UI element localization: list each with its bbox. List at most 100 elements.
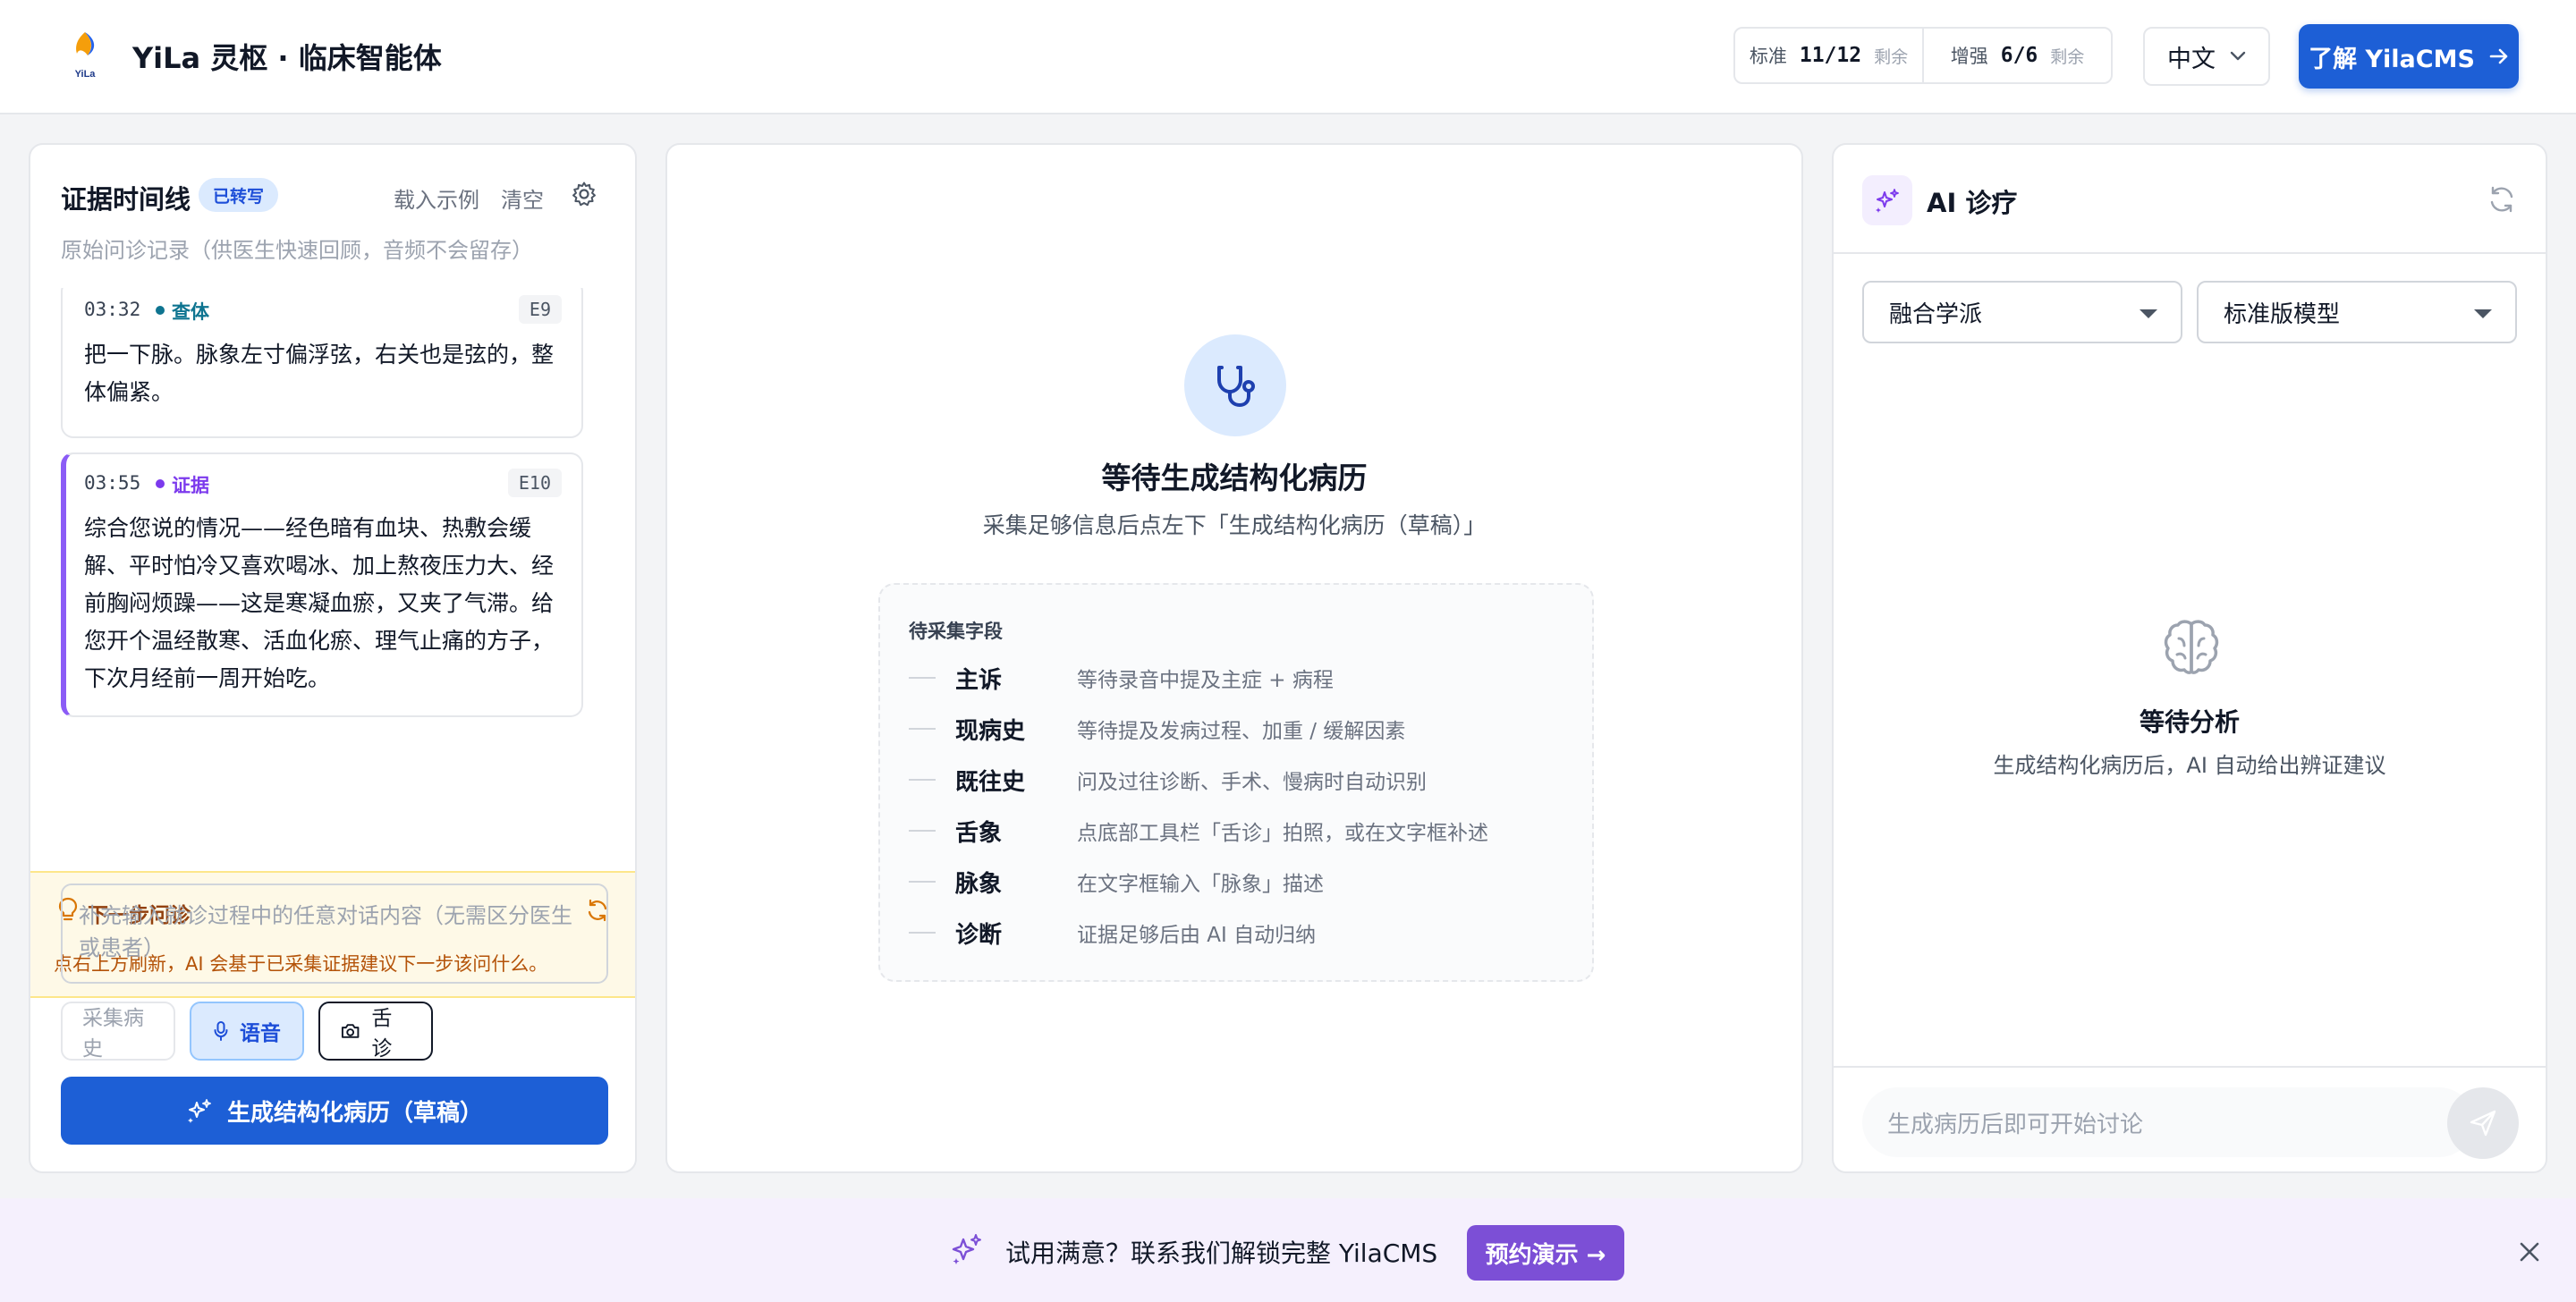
quota-standard-value: 11/12 <box>1799 44 1862 67</box>
arrow-right-icon <box>2489 48 2508 64</box>
school-select[interactable]: 融合学派 <box>1862 281 2182 343</box>
field-name: 诊断 <box>955 921 1003 949</box>
model-select-value: 标准版模型 <box>2224 300 2341 328</box>
card-text: 综合您说的情况——经色暗有血块、热敷会缓解、平时怕冷又喜欢喝冰、加上熬夜压力大、… <box>84 515 555 691</box>
card-type-dot <box>156 479 165 488</box>
app-title: YiLa 灵枢 · 临床智能体 <box>132 41 442 75</box>
field-dash <box>909 728 936 730</box>
voice-label: 语音 <box>240 1022 281 1045</box>
panel-subtitle: 原始问诊记录（供医生快速回顾，音频不会留存） <box>61 238 533 263</box>
caret-down-icon <box>2474 309 2492 318</box>
supplement-input[interactable]: 补充输入就诊过程中的任意对话内容（无需区分医生或患者） <box>61 884 608 984</box>
card-id: E10 <box>507 469 562 497</box>
field-name: 脉象 <box>955 870 1003 898</box>
input-tools: 采集病史 语音 舌诊 <box>61 1002 433 1061</box>
field-dash <box>909 932 936 934</box>
upgrade-banner: 试用满意？联系我们解锁完整 YilaCMS 预约演示 → <box>0 1198 2576 1302</box>
ai-diagnosis-panel: AI 诊疗 融合学派 标准版模型 等待分析 生成结构化病历后，AI 自动给出辨证… <box>1832 143 2547 1173</box>
panel-title: 证据时间线 <box>61 184 191 215</box>
refresh-icon[interactable] <box>2487 184 2517 215</box>
status-badge: 已转写 <box>199 178 279 212</box>
card-time: 03:55 <box>84 472 141 494</box>
tongue-label: 舌诊 <box>371 1007 393 1061</box>
card-type: 查体 <box>172 301 209 323</box>
pending-fields-heading: 待采集字段 <box>909 621 1003 642</box>
learn-yilacms-button[interactable]: 了解 YilaCMS <box>2299 24 2519 89</box>
book-demo-button[interactable]: 预约演示 → <box>1467 1225 1624 1281</box>
quota-enhanced-label: 增强 <box>1950 46 1988 67</box>
field-name: 舌象 <box>955 819 1003 847</box>
clear-button[interactable]: 清空 <box>501 182 544 214</box>
chevron-down-icon <box>2230 51 2246 61</box>
close-icon[interactable] <box>2517 1239 2542 1264</box>
quota-enhanced-value: 6/6 <box>2000 44 2038 67</box>
field-desc: 等待录音中提及主症 + 病程 <box>1077 669 1334 692</box>
field-row: 诊断 证据足够后由 AI 自动归纳 <box>909 915 1316 951</box>
top-bar: YiLa YiLa 灵枢 · 临床智能体 标准 11/12 剩余 增强 6/6 … <box>0 0 2576 114</box>
camera-icon <box>341 1024 360 1038</box>
card-time: 03:32 <box>84 299 141 320</box>
field-desc: 证据足够后由 AI 自动归纳 <box>1077 924 1317 947</box>
quota-standard: 标准 11/12 剩余 <box>1735 29 1922 82</box>
quota-indicator: 标准 11/12 剩余 增强 6/6 剩余 <box>1733 27 2113 84</box>
cta-label: 了解 YilaCMS <box>2309 45 2475 73</box>
evidence-timeline-panel: 证据时间线 已转写 载入示例 清空 原始问诊记录（供医生快速回顾，音频不会留存）… <box>29 143 637 1173</box>
chat-input[interactable]: 生成病历后即可开始讨论 <box>1862 1087 2474 1157</box>
field-name: 主诉 <box>955 666 1003 694</box>
pending-fields-box: 待采集字段 主诉 等待录音中提及主症 + 病程 现病史 等待提及发病过程、加重 … <box>878 583 1594 982</box>
field-row: 现病史 等待提及发病过程、加重 / 缓解因素 <box>909 711 1405 747</box>
quota-standard-label: 标准 <box>1749 46 1787 67</box>
divider <box>1834 1066 2546 1068</box>
field-desc: 问及过往诊断、手术、慢病时自动识别 <box>1077 771 1427 794</box>
svg-text:YiLa: YiLa <box>75 69 97 80</box>
field-row: 舌象 点底部工具栏「舌诊」拍照，或在文字框补述 <box>909 813 1488 849</box>
analysis-await-title: 等待分析 <box>2139 707 2240 737</box>
sparkles-icon <box>1876 189 1899 213</box>
card-text: 把一下脉。脉象左寸偏浮弦，右关也是弦的，整体偏紧。 <box>84 342 555 405</box>
tongue-diagnosis-button[interactable]: 舌诊 <box>318 1002 433 1061</box>
banner-text: 试用满意？联系我们解锁完整 YilaCMS <box>1005 1239 1438 1268</box>
caret-down-icon <box>2140 309 2157 318</box>
card-type-dot <box>156 306 165 315</box>
quota-enhanced-remaining: 剩余 <box>2050 46 2085 67</box>
field-name: 现病史 <box>955 717 1026 745</box>
timeline-card[interactable]: 03:55 证据 E10 综合您说的情况——经色暗有血块、热敷会缓解、平时怕冷又… <box>61 452 583 717</box>
voice-button[interactable]: 语音 <box>190 1002 304 1061</box>
timeline-list[interactable]: 03:32 查体 E9 把一下脉。脉象左寸偏浮弦，右关也是弦的，整体偏紧。 03… <box>30 288 635 871</box>
collect-history-label: 采集病史 <box>82 1007 144 1061</box>
field-row: 脉象 在文字框输入「脉象」描述 <box>909 864 1324 900</box>
stethoscope-badge <box>1184 334 1286 436</box>
collect-history-button[interactable]: 采集病史 <box>61 1002 175 1061</box>
field-desc: 等待提及发病过程、加重 / 缓解因素 <box>1077 720 1406 743</box>
quota-enhanced: 增强 6/6 剩余 <box>1922 29 2111 82</box>
ai-badge <box>1862 175 1912 225</box>
field-dash <box>909 677 936 679</box>
brain-icon <box>2164 620 2219 674</box>
send-button[interactable] <box>2447 1087 2519 1159</box>
model-select[interactable]: 标准版模型 <box>2197 281 2517 343</box>
load-example-button[interactable]: 载入示例 <box>394 182 479 214</box>
sparkles-icon <box>952 1234 981 1264</box>
timeline-card[interactable]: 03:32 查体 E9 把一下脉。脉象左寸偏浮弦，右关也是弦的，整体偏紧。 <box>61 288 583 438</box>
language-value: 中文 <box>2167 45 2216 73</box>
gear-icon[interactable] <box>571 181 597 207</box>
field-desc: 点底部工具栏「舌诊」拍照，或在文字框补述 <box>1077 822 1488 845</box>
generate-record-button[interactable]: 生成结构化病历（草稿） <box>61 1077 608 1145</box>
analysis-await-subtitle: 生成结构化病历后，AI 自动给出辨证建议 <box>1993 753 2386 778</box>
language-select[interactable]: 中文 <box>2143 27 2270 86</box>
field-dash <box>909 881 936 883</box>
card-type: 证据 <box>172 475 209 496</box>
divider <box>1834 252 2546 254</box>
yila-logo: YiLa <box>75 32 97 80</box>
field-dash <box>909 779 936 781</box>
field-row: 主诉 等待录音中提及主症 + 病程 <box>909 660 1334 696</box>
card-id: E9 <box>518 295 562 324</box>
microphone-icon <box>214 1021 228 1041</box>
generate-label: 生成结构化病历（草稿） <box>226 1099 483 1127</box>
field-desc: 在文字框输入「脉象」描述 <box>1077 873 1324 896</box>
stethoscope-icon <box>1217 366 1255 408</box>
record-await-title: 等待生成结构化病历 <box>1101 461 1368 495</box>
school-select-value: 融合学派 <box>1889 300 1983 328</box>
sparkles-icon <box>187 1099 211 1123</box>
quota-standard-remaining: 剩余 <box>1874 46 1909 67</box>
